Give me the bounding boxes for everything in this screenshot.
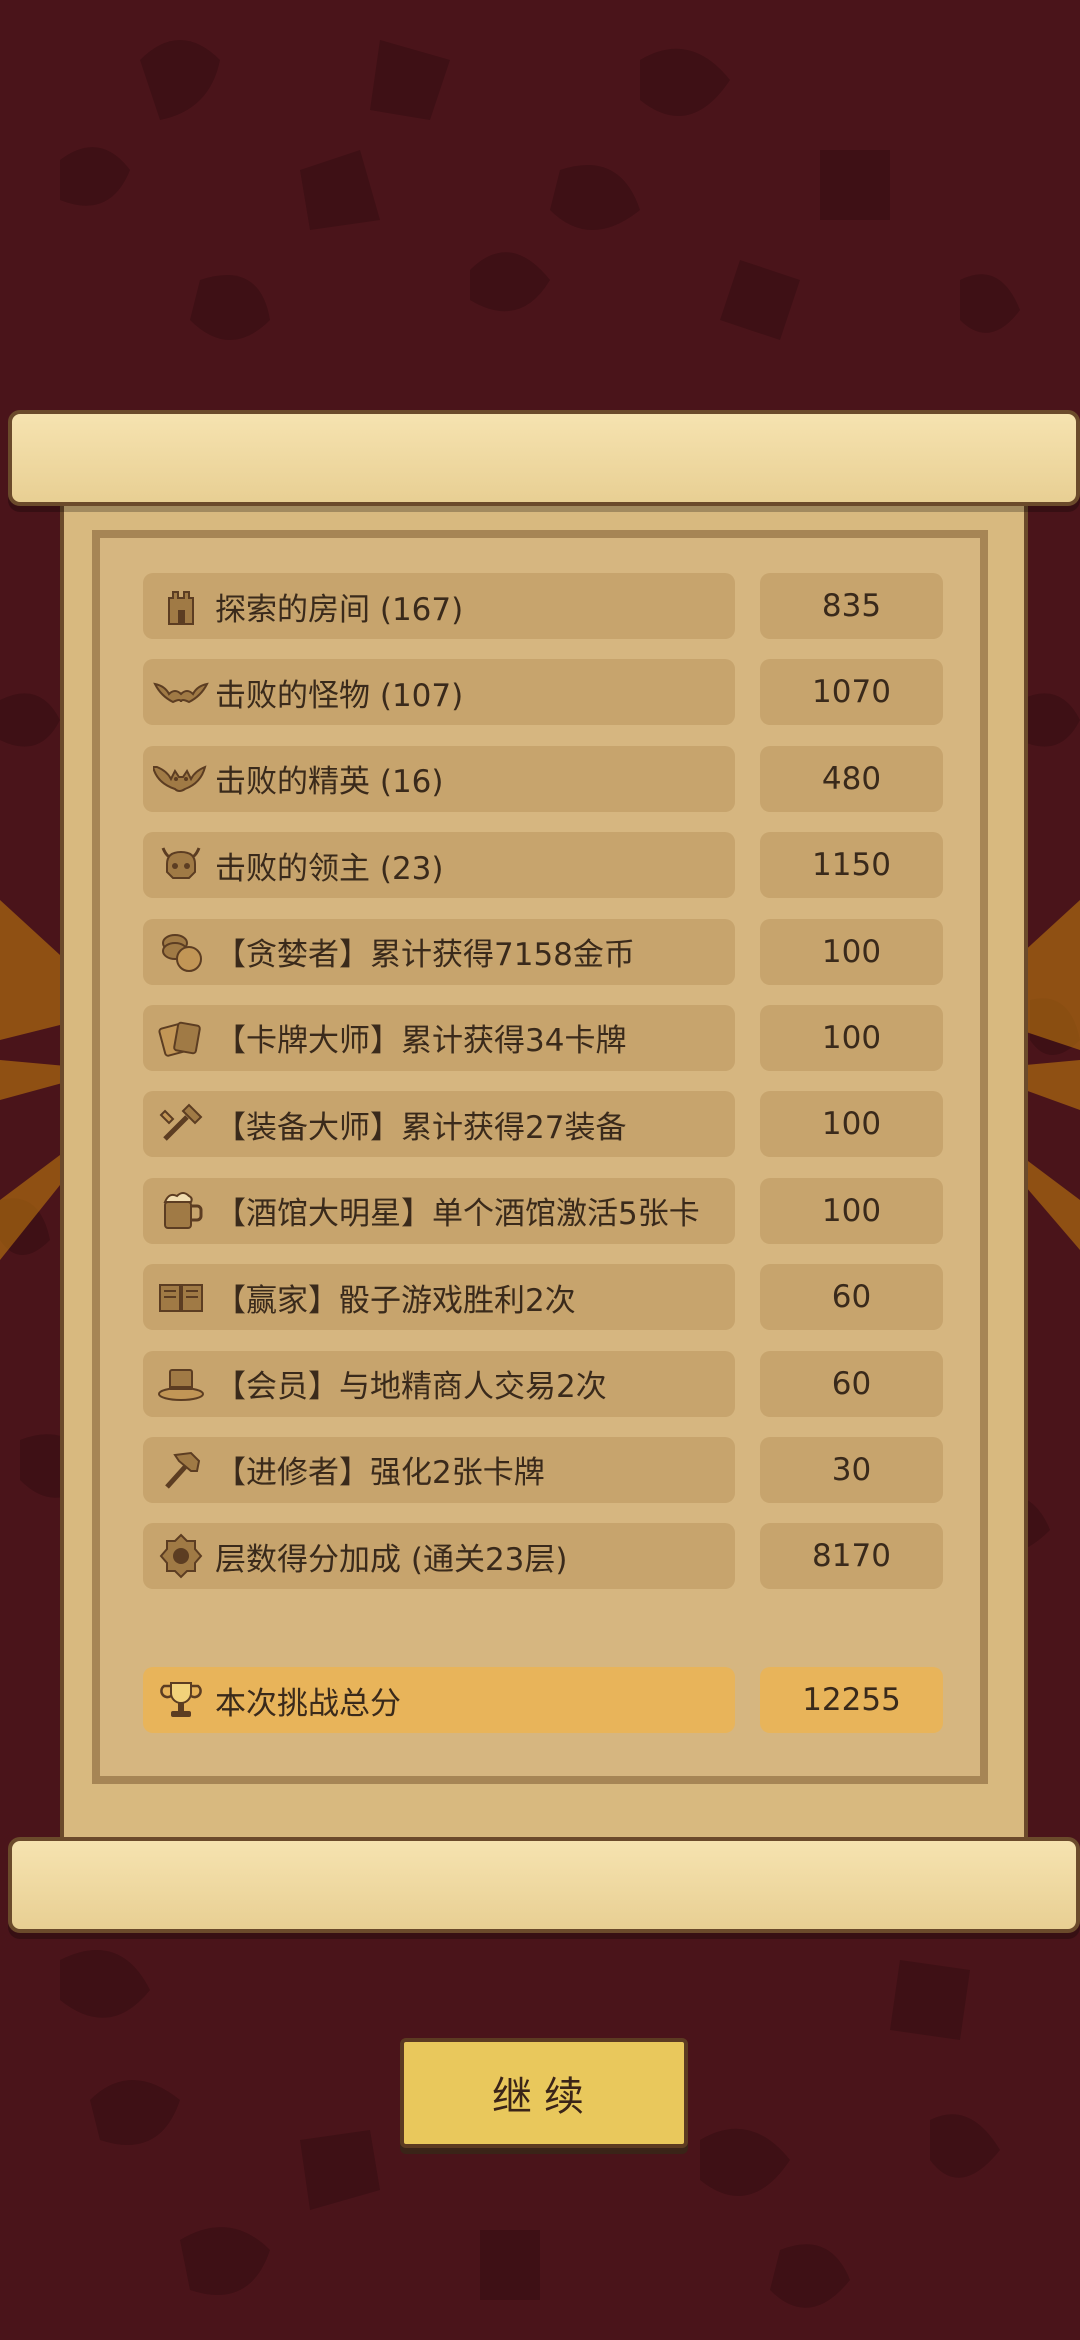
hammer-icon	[153, 1442, 209, 1498]
score-row: 【进修者】强化2张卡牌 30	[143, 1436, 943, 1503]
score-label-box: 探索的房间 (167)	[143, 573, 735, 639]
score-label-box: 击败的领主 (23)	[143, 832, 735, 899]
continue-button[interactable]: 继续	[400, 2038, 688, 2148]
score-label: 【贪婪者】累计获得7158金币	[215, 937, 635, 974]
score-row: 层数得分加成 (通关23层) 8170	[143, 1523, 943, 1590]
score-label: 击败的怪物 (107)	[215, 677, 464, 714]
trophy-icon	[153, 1672, 209, 1728]
total-label: 本次挑战总分	[215, 1685, 401, 1722]
score-value: 8170	[760, 1523, 943, 1590]
score-row: 探索的房间 (167) 835	[143, 573, 943, 639]
score-value: 100	[760, 1177, 943, 1244]
score-row: 【贪婪者】累计获得7158金币 100	[143, 918, 943, 985]
score-row: 【酒馆大明星】单个酒馆激活5张卡 100	[143, 1177, 943, 1244]
score-row: 击败的怪物 (107) 1070	[143, 659, 943, 726]
score-label-box: 【装备大师】累计获得27装备	[143, 1091, 735, 1158]
score-value: 835	[760, 573, 943, 639]
score-list: 探索的房间 (167) 835 击败的怪物 (107) 1070 击败的精英 (…	[143, 573, 943, 1610]
bat-icon	[153, 664, 209, 720]
score-value: 100	[760, 918, 943, 985]
score-value: 100	[760, 1091, 943, 1158]
cards-icon	[153, 1010, 209, 1066]
equipment-icon	[153, 1096, 209, 1152]
score-label-box: 【会员】与地精商人交易2次	[143, 1350, 735, 1417]
score-label: 【会员】与地精商人交易2次	[215, 1369, 607, 1406]
tower-icon	[153, 578, 209, 634]
score-row: 击败的领主 (23) 1150	[143, 832, 943, 899]
score-row: 击败的精英 (16) 480	[143, 745, 943, 812]
score-label-box: 击败的怪物 (107)	[143, 659, 735, 726]
score-value: 30	[760, 1436, 943, 1503]
boss-skull-icon	[153, 837, 209, 893]
score-label: 【装备大师】累计获得27装备	[215, 1109, 627, 1146]
score-label: 击败的精英 (16)	[215, 764, 444, 801]
score-value: 1070	[760, 659, 943, 726]
score-value: 60	[760, 1264, 943, 1331]
total-value: 12255	[760, 1667, 943, 1733]
score-label: 【酒馆大明星】单个酒馆激活5张卡	[215, 1196, 700, 1233]
beer-mug-icon	[153, 1183, 209, 1239]
score-label: 【进修者】强化2张卡牌	[215, 1455, 545, 1492]
score-row: 【装备大师】累计获得27装备 100	[143, 1091, 943, 1158]
score-label: 击败的领主 (23)	[215, 850, 444, 887]
score-row: 【会员】与地精商人交易2次 60	[143, 1350, 943, 1417]
score-row: 【卡牌大师】累计获得34卡牌 100	[143, 1004, 943, 1071]
score-label-box: 【进修者】强化2张卡牌	[143, 1436, 735, 1503]
total-label-box: 本次挑战总分	[143, 1667, 735, 1733]
score-value: 480	[760, 745, 943, 812]
floor-badge-icon	[153, 1528, 209, 1584]
top-hat-icon	[153, 1356, 209, 1412]
score-label-box: 【酒馆大明星】单个酒馆激活5张卡	[143, 1177, 735, 1244]
score-label-box: 【赢家】骰子游戏胜利2次	[143, 1264, 735, 1331]
score-value: 100	[760, 1004, 943, 1071]
scroll-top-roll	[8, 410, 1080, 506]
score-value: 60	[760, 1350, 943, 1417]
score-label-box: 【卡牌大师】累计获得34卡牌	[143, 1004, 735, 1071]
score-row: 【赢家】骰子游戏胜利2次 60	[143, 1264, 943, 1331]
score-label: 探索的房间 (167)	[215, 591, 464, 628]
total-score-row: 本次挑战总分 12255	[143, 1667, 943, 1733]
coins-icon	[153, 924, 209, 980]
score-label: 层数得分加成 (通关23层)	[215, 1541, 568, 1578]
score-label: 【卡牌大师】累计获得34卡牌	[215, 1023, 627, 1060]
score-label-box: 击败的精英 (16)	[143, 745, 735, 812]
book-icon	[153, 1269, 209, 1325]
score-value: 1150	[760, 832, 943, 899]
elite-demon-icon	[153, 751, 209, 807]
score-label-box: 【贪婪者】累计获得7158金币	[143, 918, 735, 985]
score-label: 【赢家】骰子游戏胜利2次	[215, 1282, 576, 1319]
scroll-bottom-roll	[8, 1837, 1080, 1933]
score-label-box: 层数得分加成 (通关23层)	[143, 1523, 735, 1590]
